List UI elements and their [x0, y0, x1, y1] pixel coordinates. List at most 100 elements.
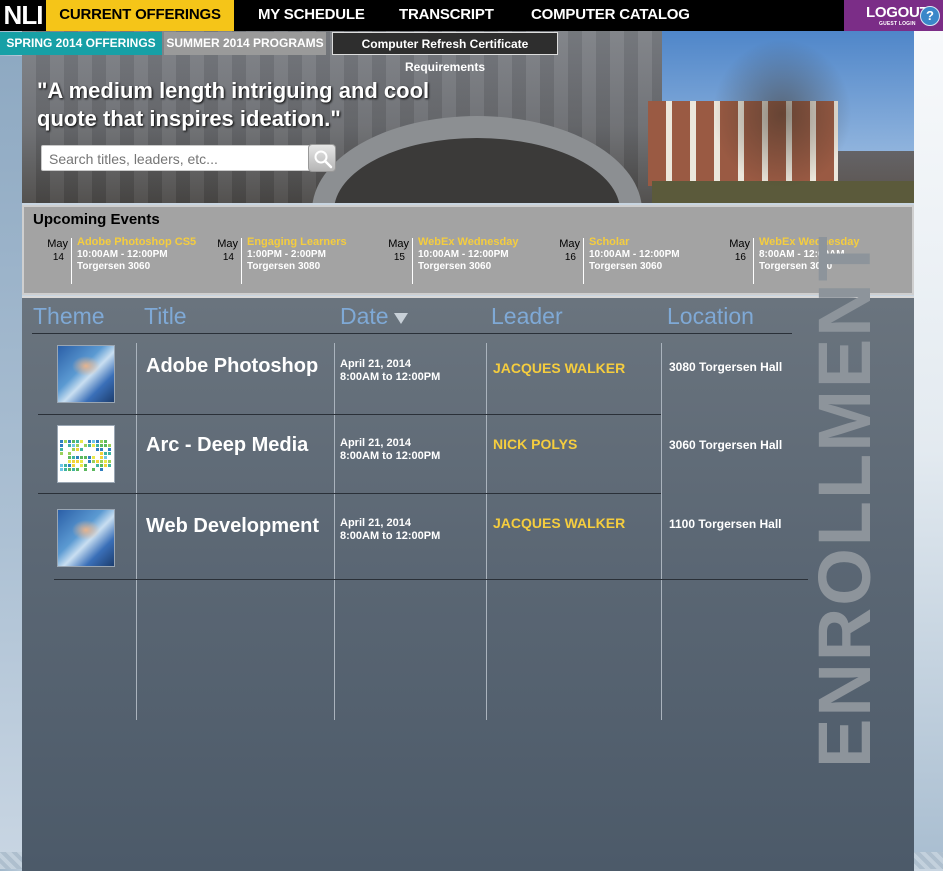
pixel-cell	[92, 444, 95, 447]
event-title[interactable]: Adobe Photoshop CS5	[77, 236, 202, 249]
pixel-cell	[72, 444, 75, 447]
event-time: 10:00AM - 12:00PM	[589, 249, 680, 260]
pixel-cell	[68, 452, 71, 455]
pixel-cell	[104, 452, 107, 455]
course-title[interactable]: Arc - Deep Media	[146, 434, 336, 457]
event-day: 14	[52, 252, 64, 263]
help-icon[interactable]: ?	[920, 6, 940, 26]
header-divider	[32, 333, 792, 334]
sub-tabs: SPRING 2014 OFFERINGS SUMMER 2014 PROGRA…	[0, 31, 943, 74]
event-item[interactable]: May 14 Adobe Photoshop CS5 10:00AM - 12:…	[38, 236, 203, 288]
course-date-day: April 21, 2014	[340, 358, 411, 370]
pixel-cell	[68, 464, 71, 467]
nli-logo[interactable]: NLI	[0, 0, 46, 31]
course-title[interactable]: Web Development	[146, 515, 336, 538]
pixel-cell	[72, 464, 75, 467]
pixel-cell	[84, 464, 87, 467]
event-title[interactable]: Scholar	[589, 236, 714, 249]
event-time: 1:00PM - 2:00PM	[247, 249, 326, 260]
pixel-cell	[72, 440, 75, 443]
event-info: Engaging Learners 1:00PM - 2:00PM Torger…	[247, 236, 372, 273]
course-date-time: 8:00AM to 12:00PM	[340, 371, 441, 383]
nav-transcript[interactable]: TRANSCRIPT	[399, 0, 494, 31]
course-leader[interactable]: JACQUES WALKER	[493, 515, 625, 531]
event-item[interactable]: May 15 WebEx Wednesday 10:00AM - 12:00PM…	[379, 236, 544, 288]
table-row[interactable]: Arc - Deep Media April 21, 2014 8:00AM t…	[22, 422, 822, 492]
event-month: May	[729, 238, 750, 250]
pixel-cell	[68, 440, 71, 443]
theme-thumbnail-science	[57, 509, 115, 567]
event-item[interactable]: May 14 Engaging Learners 1:00PM - 2:00PM…	[208, 236, 373, 288]
pixel-cell	[96, 460, 99, 463]
tab-spring-2014-offerings[interactable]: SPRING 2014 OFFERINGS	[0, 32, 162, 55]
pixel-cell	[76, 448, 79, 451]
pixel-cell	[60, 440, 63, 443]
pixel-cell	[60, 448, 63, 451]
enrollment-panel: ENROLLMENT Theme Title Date Leader Locat…	[22, 234, 914, 871]
tab-computer-refresh-requirements[interactable]: Computer Refresh Certificate Requirement…	[332, 32, 558, 74]
pixel-cell	[76, 440, 79, 443]
top-navigation: NLI CURRENT OFFERINGS MY SCHEDULE TRANSC…	[0, 0, 943, 31]
pixel-cell	[80, 456, 83, 459]
pixel-cell	[72, 468, 75, 471]
pixel-cell	[68, 444, 71, 447]
event-month: May	[217, 238, 238, 250]
event-info: Scholar 10:00AM - 12:00PM Torgersen 3060	[589, 236, 714, 273]
row-divider	[54, 579, 808, 580]
pixel-cell	[84, 456, 87, 459]
event-title[interactable]: WebEx Wednesday	[418, 236, 543, 249]
pixel-cell	[100, 464, 103, 467]
nav-my-schedule[interactable]: MY SCHEDULE	[258, 0, 365, 31]
pixel-cell	[72, 456, 75, 459]
column-header-theme[interactable]: Theme	[33, 303, 105, 330]
pixel-cell	[100, 452, 103, 455]
pixel-cell	[60, 468, 63, 471]
nav-current-offerings[interactable]: CURRENT OFFERINGS	[46, 0, 234, 31]
search-box	[41, 145, 333, 171]
table-row[interactable]: Adobe Photoshop April 21, 2014 8:00AM to…	[22, 343, 822, 413]
pixel-cell	[84, 444, 87, 447]
course-date: April 21, 2014 8:00AM to 12:00PM	[340, 437, 480, 463]
tab-summer-2014-programs[interactable]: SUMMER 2014 PROGRAMS	[164, 32, 326, 55]
pixel-cell	[96, 444, 99, 447]
logout-label: LOGOUT	[866, 4, 929, 21]
course-leader[interactable]: NICK POLYS	[493, 436, 577, 452]
search-input[interactable]	[47, 149, 309, 169]
column-header-location[interactable]: Location	[667, 303, 754, 330]
column-header-date[interactable]: Date	[340, 303, 408, 330]
pixel-cell	[96, 464, 99, 467]
pixel-cell	[104, 444, 107, 447]
pixel-cell	[100, 448, 103, 451]
pixel-cell	[60, 444, 63, 447]
pixel-cell	[60, 452, 63, 455]
event-location: Torgersen 3060	[418, 261, 492, 272]
pixel-cell	[108, 444, 111, 447]
pixel-cell	[72, 448, 75, 451]
search-button[interactable]	[308, 144, 336, 172]
course-title[interactable]: Adobe Photoshop	[146, 355, 336, 378]
hero-tree	[712, 39, 852, 189]
corner-pattern	[914, 852, 943, 869]
nav-computer-catalog[interactable]: COMPUTER CATALOG	[531, 0, 690, 31]
pixel-cell	[80, 460, 83, 463]
event-title[interactable]: Engaging Learners	[247, 236, 372, 249]
pixel-cell	[100, 440, 103, 443]
column-header-title[interactable]: Title	[144, 303, 187, 330]
pixel-cell	[88, 440, 91, 443]
pixel-cell	[108, 452, 111, 455]
table-row[interactable]: Web Development April 21, 2014 8:00AM to…	[22, 501, 822, 579]
pixel-cell	[68, 468, 71, 471]
event-divider	[71, 238, 72, 284]
event-month: May	[388, 238, 409, 250]
event-location: Torgersen 3080	[247, 261, 321, 272]
column-header-leader[interactable]: Leader	[491, 303, 563, 330]
course-leader[interactable]: JACQUES WALKER	[493, 360, 625, 376]
event-time: 10:00AM - 12:00PM	[418, 249, 509, 260]
theme-thumbnail-science	[57, 345, 115, 403]
logout-button[interactable]: LOGOUT GUEST LOGIN ?	[844, 0, 943, 31]
pixel-cell	[108, 448, 111, 451]
pixel-cell	[80, 440, 83, 443]
course-location: 3060 Torgersen Hall	[669, 438, 783, 452]
event-item[interactable]: May 16 Scholar 10:00AM - 12:00PM Torgers…	[550, 236, 715, 288]
pixel-cell	[108, 460, 111, 463]
